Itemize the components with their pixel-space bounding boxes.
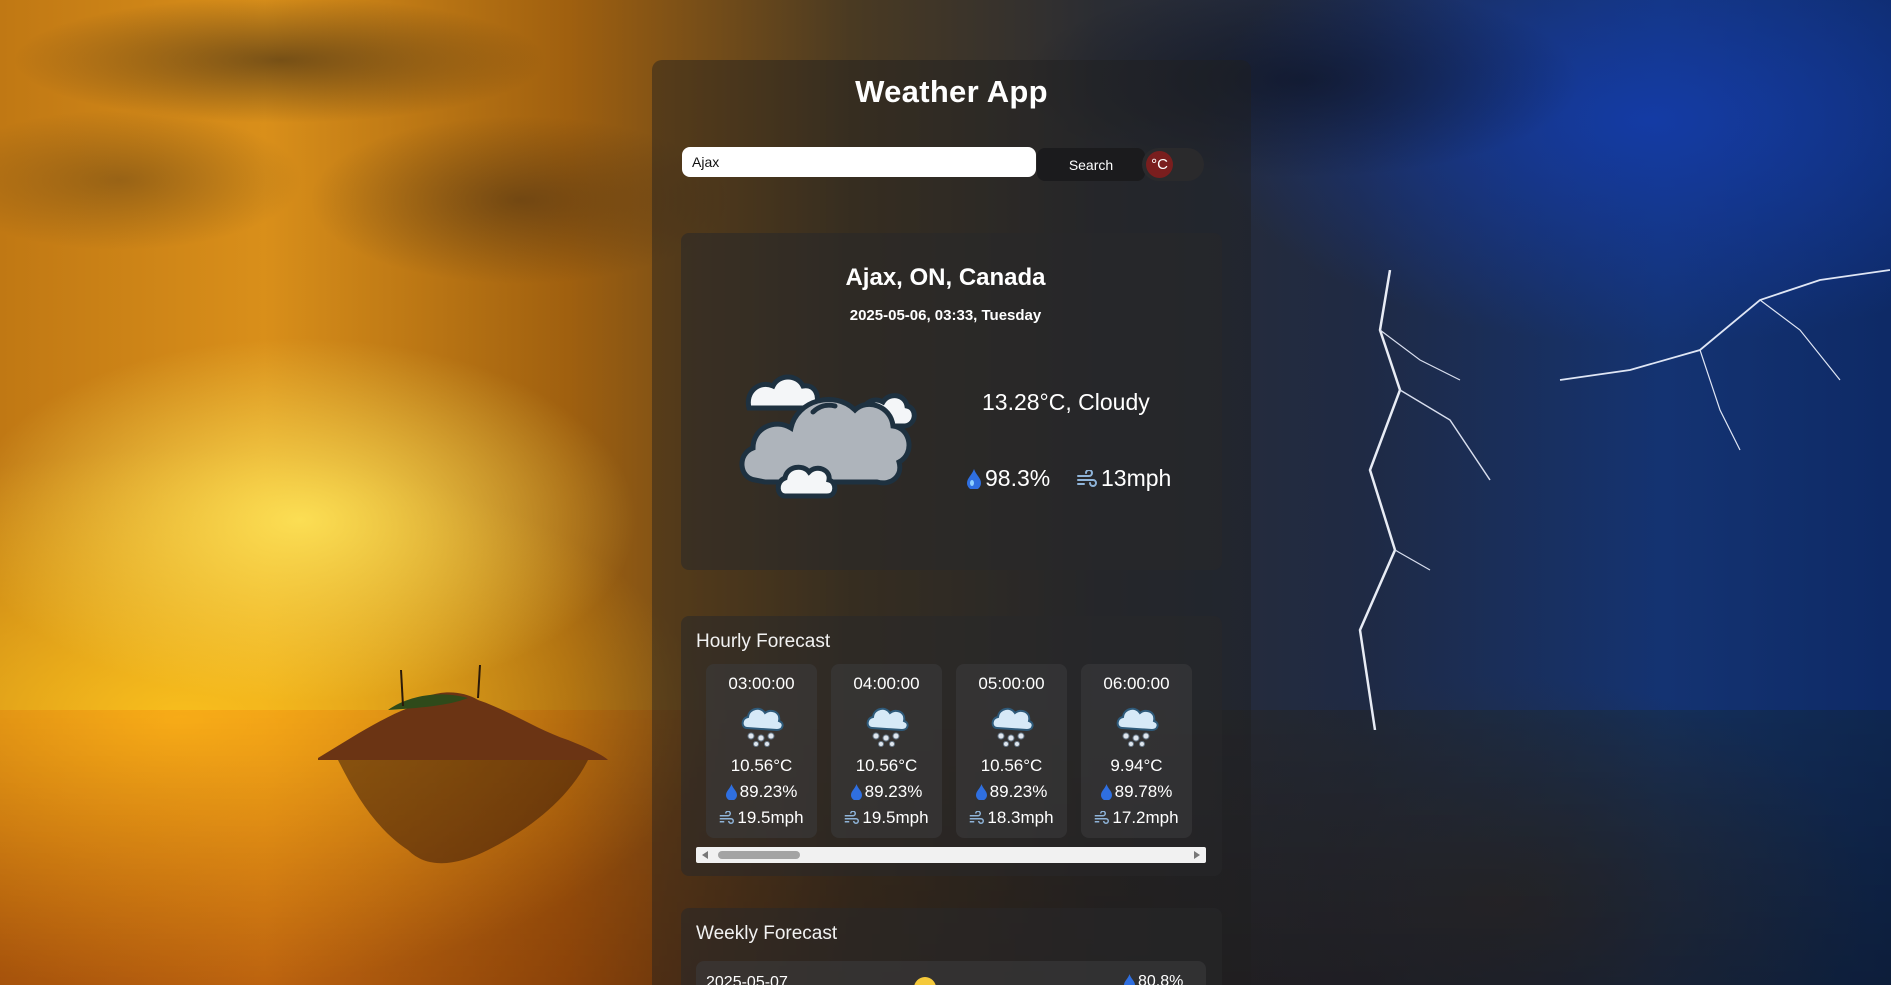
hourly-wind: 19.5mph — [831, 808, 942, 828]
wind-icon — [1077, 469, 1097, 487]
hourly-humidity-value: 89.23% — [864, 782, 923, 801]
humidity-drop-icon — [967, 468, 981, 489]
hourly-wind-value: 19.5mph — [737, 808, 804, 827]
scroll-right-arrow-icon[interactable] — [1194, 851, 1200, 859]
island-image — [318, 664, 608, 864]
wind-icon — [970, 811, 985, 824]
hourly-item: 05:00:00 10.56°C 89.23% 18.3mph — [956, 664, 1067, 838]
hourly-temperature: 10.56°C — [730, 756, 793, 775]
hourly-humidity-value: 89.78% — [1114, 782, 1173, 801]
snow-cloud-icon — [866, 707, 909, 747]
lightning-bolt-image — [1358, 270, 1491, 730]
hourly-humidity-value: 89.23% — [739, 782, 798, 801]
hourly-wind: 19.5mph — [706, 808, 817, 828]
hourly-humidity-value: 89.23% — [989, 782, 1048, 801]
weekly-humidity: 80.8% — [1124, 973, 1183, 985]
scrollbar-thumb[interactable] — [718, 851, 800, 859]
scroll-left-arrow-icon[interactable] — [702, 851, 708, 859]
current-datetime: 2025-05-06, 03:33, Tuesday — [849, 307, 1042, 324]
humidity-drop-icon — [725, 784, 737, 800]
unit-toggle-knob[interactable]: °C — [1146, 151, 1173, 178]
humidity-drop-icon — [1100, 784, 1112, 800]
current-humidity-value: 98.3% — [985, 465, 1051, 491]
hourly-time: 06:00:00 — [1103, 674, 1170, 693]
current-wind-value: 13mph — [1101, 465, 1172, 491]
hourly-temperature: 10.56°C — [980, 756, 1043, 775]
hourly-humidity: 89.23% — [956, 782, 1067, 802]
humidity-drop-icon — [975, 784, 987, 800]
hourly-wind-value: 18.3mph — [987, 808, 1054, 827]
wind-icon — [1095, 811, 1110, 824]
hourly-time: 04:00:00 — [853, 674, 920, 693]
hourly-wind-value: 19.5mph — [862, 808, 929, 827]
hourly-item: 06:00:00 9.94°C 89.78% 17.2mph — [1081, 664, 1192, 838]
snow-cloud-icon — [991, 707, 1034, 747]
hourly-wind: 17.2mph — [1081, 808, 1192, 828]
app-title: Weather App — [855, 74, 1048, 109]
current-temperature-summary: 13.28°C, Cloudy — [982, 389, 1150, 415]
wind-icon — [845, 811, 860, 824]
hourly-temperature: 9.94°C — [1110, 756, 1163, 775]
weekly-forecast-title: Weekly Forecast — [696, 923, 838, 944]
humidity-drop-icon — [850, 784, 862, 800]
hourly-wind: 18.3mph — [956, 808, 1067, 828]
hourly-item: 03:00:00 10.56°C 89.23% 19.5mph — [706, 664, 817, 838]
city-search-input[interactable] — [682, 147, 1036, 177]
hourly-scrollbar[interactable] — [696, 847, 1206, 863]
weekly-humidity-value: 80.8% — [1138, 973, 1184, 985]
search-button[interactable]: Search — [1037, 148, 1145, 181]
hourly-wind-value: 17.2mph — [1112, 808, 1179, 827]
hourly-humidity: 89.78% — [1081, 782, 1192, 802]
hourly-time: 05:00:00 — [978, 674, 1045, 693]
hourly-time: 03:00:00 — [728, 674, 795, 693]
hourly-temperature: 10.56°C — [855, 756, 918, 775]
wind-icon — [720, 811, 735, 824]
snow-cloud-icon — [1116, 707, 1159, 747]
unit-toggle[interactable]: °C — [1142, 148, 1204, 181]
humidity-drop-icon — [1124, 974, 1135, 985]
current-humidity: 98.3% — [967, 465, 1050, 492]
weekly-date: 2025-05-07 — [706, 974, 788, 985]
location-title: Ajax, ON, Canada — [845, 264, 1046, 291]
cloudy-icon — [739, 374, 917, 499]
hourly-item: 04:00:00 10.56°C 89.23% 19.5mph — [831, 664, 942, 838]
hourly-humidity: 89.23% — [831, 782, 942, 802]
current-wind: 13mph — [1077, 465, 1171, 492]
snow-cloud-icon — [741, 707, 784, 747]
weekly-item: 2025-05-07 80.8% — [696, 961, 1206, 985]
sun-icon — [914, 977, 936, 985]
hourly-forecast-title: Hourly Forecast — [696, 631, 831, 652]
hourly-humidity: 89.23% — [706, 782, 817, 802]
